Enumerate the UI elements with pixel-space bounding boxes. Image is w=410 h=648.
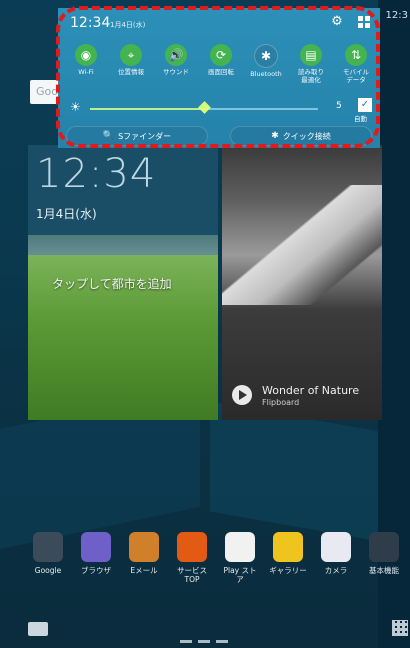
play-icon[interactable] [232,385,252,405]
photo-widget-title: Wonder of Nature [262,384,360,397]
app-label: カメラ [324,566,348,575]
mountain-image [222,185,382,305]
app-gallery[interactable]: ギャラリー [268,532,308,575]
browser-icon [81,532,111,562]
app-dock: Google ブラウザ Eメール サービス TOP Play スト ア ギャラリ… [28,532,410,602]
page-dot [216,640,228,643]
basic-functions-folder-icon [369,532,399,562]
google-folder-icon [33,532,63,562]
flipboard-widget[interactable] [222,145,382,420]
highlight-annotation [56,6,380,148]
widget-clock-time: 12:34 [36,151,157,197]
app-email[interactable]: Eメール [124,532,164,575]
app-label: 基本機能 [369,566,399,575]
apps-grid-icon[interactable] [392,620,408,636]
app-browser[interactable]: ブラウザ [76,532,116,575]
app-basic-functions[interactable]: 基本機能 [364,532,404,575]
page-dot [180,640,192,643]
email-icon [129,532,159,562]
app-play-store[interactable]: Play スト ア [220,532,260,584]
app-label: ブラウザ [81,566,111,575]
widget-clock-date: 1月4日(水) [36,207,97,221]
google-search-label: Goo [36,85,58,98]
app-service-top[interactable]: サービス TOP [172,532,212,584]
app-label: Play スト ア [223,566,257,584]
folder-icon[interactable] [28,622,48,636]
clock-weather-widget[interactable]: 12:34 1月4日(水) タップして都市を追加 [28,145,218,420]
add-city-prompt[interactable]: タップして都市を追加 [52,275,172,292]
app-label: Google [34,566,62,575]
app-label: サービス TOP [177,566,207,584]
play-store-icon [225,532,255,562]
page-indicator[interactable] [180,628,260,643]
photo-widget-subtitle: Flipboard [262,398,300,407]
status-bar-right: 12:3 [385,10,408,21]
page-dot [198,640,210,643]
gallery-icon [273,532,303,562]
app-google[interactable]: Google [28,532,68,575]
app-camera[interactable]: カメラ [316,532,356,575]
au-service-icon [177,532,207,562]
camera-icon [321,532,351,562]
app-label: ギャラリー [269,566,307,575]
app-label: Eメール [130,566,158,575]
